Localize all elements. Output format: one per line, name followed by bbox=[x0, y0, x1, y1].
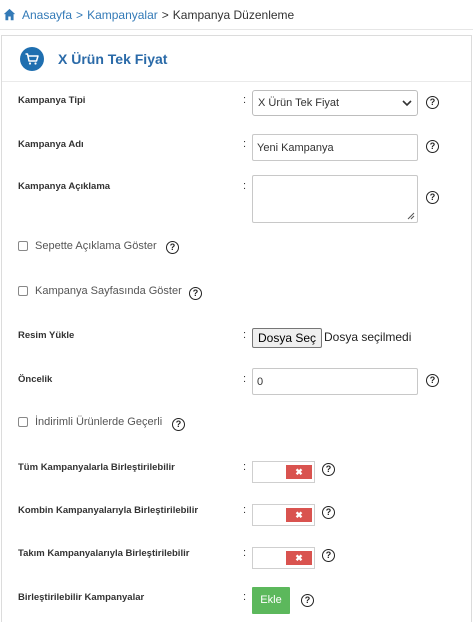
show-description-in-cart-checkbox[interactable] bbox=[18, 241, 28, 251]
toggle-off-icon: ✖ bbox=[286, 551, 312, 565]
breadcrumb-separator: > bbox=[76, 7, 84, 22]
combinable-all-toggle[interactable]: ✖ bbox=[252, 461, 315, 483]
show-description-in-cart-label: Sepette Açıklama Göster bbox=[35, 240, 157, 252]
help-icon[interactable]: ? bbox=[426, 140, 439, 153]
show-description-in-cart-row: Sepette Açıklama Göster bbox=[18, 240, 157, 252]
help-icon[interactable]: ? bbox=[426, 374, 439, 387]
help-icon[interactable]: ? bbox=[322, 506, 335, 519]
add-campaign-button[interactable]: Ekle bbox=[252, 587, 290, 614]
valid-on-discounted-row: İndirimli Ürünlerde Geçerli bbox=[18, 416, 162, 428]
campaign-name-label: Kampanya Adı bbox=[18, 139, 84, 150]
priority-label: Öncelik bbox=[18, 374, 53, 385]
campaign-type-value: X Ürün Tek Fiyat bbox=[258, 97, 340, 109]
combinable-campaigns-label: Birleştirilebilir Kampanyalar bbox=[18, 592, 145, 603]
help-icon[interactable]: ? bbox=[322, 549, 335, 562]
file-status-text: Dosya seçilmedi bbox=[324, 330, 412, 344]
colon: : bbox=[243, 138, 247, 150]
cart-icon bbox=[20, 46, 44, 71]
campaign-type-select[interactable]: X Ürün Tek Fiyat bbox=[252, 90, 418, 116]
show-on-campaign-page-row: Kampanya Sayfasında Göster bbox=[18, 285, 182, 297]
show-on-campaign-page-checkbox[interactable] bbox=[18, 286, 28, 296]
valid-on-discounted-checkbox[interactable] bbox=[18, 417, 28, 427]
campaign-description-label: Kampanya Açıklama bbox=[18, 181, 111, 192]
colon: : bbox=[243, 94, 247, 106]
campaign-edit-panel: X Ürün Tek Fiyat bbox=[1, 35, 472, 622]
panel-title: X Ürün Tek Fiyat bbox=[58, 50, 168, 67]
help-icon[interactable]: ? bbox=[426, 96, 439, 109]
breadcrumb-separator: > bbox=[161, 7, 169, 22]
colon: : bbox=[243, 373, 247, 385]
campaign-type-label: Kampanya Tipi bbox=[18, 95, 86, 106]
choose-file-button[interactable]: Dosya Seç bbox=[252, 328, 323, 348]
priority-input[interactable]: 0 bbox=[252, 368, 418, 395]
help-icon[interactable]: ? bbox=[426, 191, 439, 204]
combinable-all-label: Tüm Kampanyalarla Birleştirilebilir bbox=[18, 462, 175, 473]
combinable-set-toggle[interactable]: ✖ bbox=[252, 547, 315, 569]
combinable-combo-toggle[interactable]: ✖ bbox=[252, 504, 315, 526]
resize-grip-icon[interactable] bbox=[407, 212, 415, 220]
colon: : bbox=[243, 461, 247, 473]
campaign-name-input[interactable]: Yeni Kampanya bbox=[252, 134, 418, 161]
chevron-down-icon bbox=[402, 100, 412, 107]
help-icon[interactable]: ? bbox=[189, 287, 202, 300]
panel-header: X Ürün Tek Fiyat bbox=[2, 36, 471, 82]
home-icon[interactable] bbox=[3, 8, 16, 21]
toggle-off-icon: ✖ bbox=[286, 508, 312, 522]
toggle-off-icon: ✖ bbox=[286, 465, 312, 479]
colon: : bbox=[243, 504, 247, 516]
image-upload-label: Resim Yükle bbox=[18, 330, 75, 341]
colon: : bbox=[243, 547, 247, 559]
combinable-set-label: Takım Kampanyalarıyla Birleştirilebilir bbox=[18, 548, 190, 559]
breadcrumb: Anasayfa > Kampanyalar > Kampanya Düzenl… bbox=[0, 0, 473, 30]
colon: : bbox=[243, 180, 247, 192]
help-icon[interactable]: ? bbox=[166, 241, 179, 254]
help-icon[interactable]: ? bbox=[322, 463, 335, 476]
breadcrumb-home-link[interactable]: Anasayfa bbox=[22, 8, 72, 22]
help-icon[interactable]: ? bbox=[301, 594, 314, 607]
breadcrumb-campaigns-link[interactable]: Kampanyalar bbox=[87, 8, 158, 22]
help-icon[interactable]: ? bbox=[172, 418, 185, 431]
valid-on-discounted-label: İndirimli Ürünlerde Geçerli bbox=[35, 416, 163, 428]
colon: : bbox=[243, 591, 247, 603]
campaign-description-textarea[interactable] bbox=[252, 175, 418, 223]
show-on-campaign-page-label: Kampanya Sayfasında Göster bbox=[35, 285, 182, 297]
combinable-combo-label: Kombin Kampanyalarıyla Birleştirilebilir bbox=[18, 505, 199, 516]
colon: : bbox=[243, 329, 247, 341]
breadcrumb-current: Kampanya Düzenleme bbox=[172, 7, 295, 22]
